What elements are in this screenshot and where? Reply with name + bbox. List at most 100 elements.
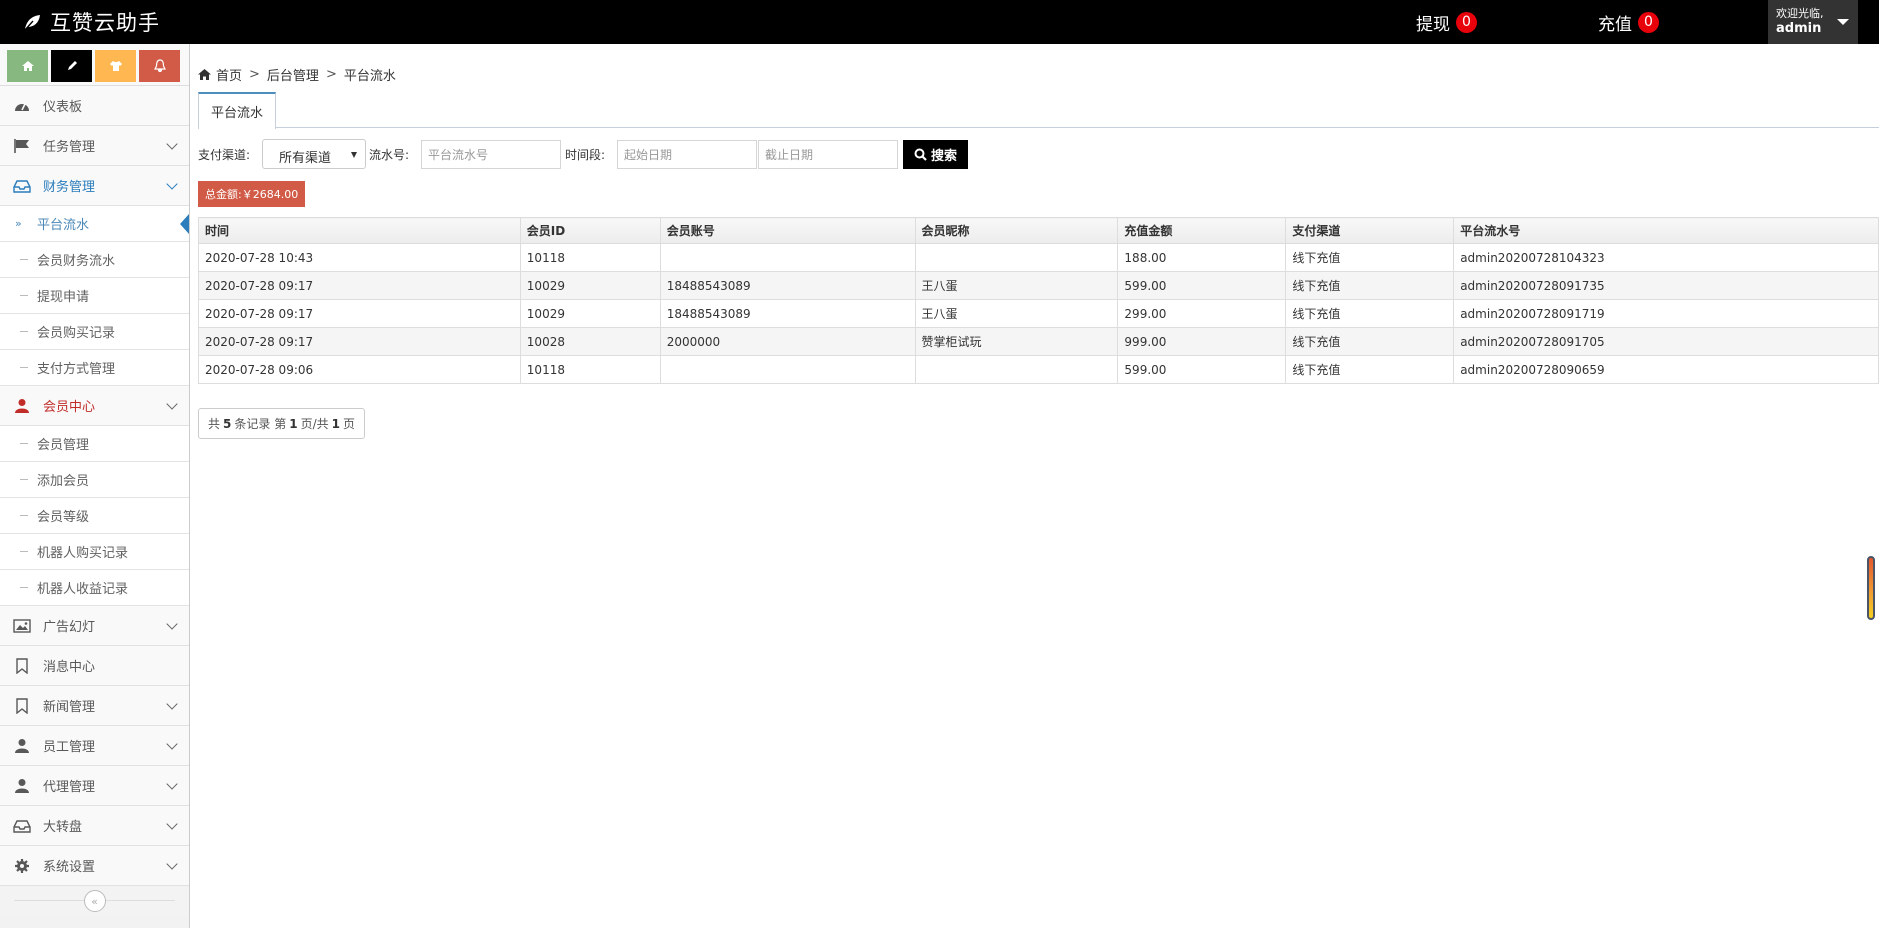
channel-select[interactable]: 所有渠道 (262, 139, 366, 169)
end-date-input[interactable] (758, 140, 898, 169)
sub-member-level[interactable]: 会员等级 (0, 498, 189, 534)
pager-current-page: 1 (289, 416, 298, 431)
column-header[interactable]: 会员ID (519, 217, 661, 244)
sub-member-purchases-label: 会员购买记录 (37, 326, 116, 341)
column-header[interactable]: 充值金额 (1117, 217, 1287, 244)
table-cell (659, 355, 916, 384)
nav-ads[interactable]: 广告幻灯 (0, 606, 189, 646)
table-cell: 10118 (519, 243, 661, 272)
breadcrumb-home[interactable]: 首页 (216, 65, 242, 84)
sub-payment-methods[interactable]: 支付方式管理 (0, 350, 189, 386)
nav-dashboard[interactable]: 仪表板 (0, 86, 189, 126)
filter-form: 支付渠道: 所有渠道 流水号: 时间段: 搜索 (198, 139, 1879, 169)
brand[interactable]: 互赞云助手 (22, 0, 160, 44)
sub-robot-purchases[interactable]: 机器人购买记录 (0, 534, 189, 570)
search-button[interactable]: 搜索 (903, 140, 968, 169)
flow-table: 时间 会员ID 会员账号 会员昵称 充值金额 支付渠道 平台流水号 2020-0… (198, 217, 1879, 384)
nav-finance[interactable]: 财务管理 (0, 166, 189, 206)
nav-staff[interactable]: 员工管理 (0, 726, 189, 766)
sub-member-finance-flow[interactable]: 会员财务流水 (0, 242, 189, 278)
floating-scroll-widget[interactable] (1867, 556, 1875, 620)
sub-robot-earnings[interactable]: 机器人收益记录 (0, 570, 189, 606)
nav-member[interactable]: 会员中心 (0, 386, 189, 426)
table-cell: 线下充值 (1285, 327, 1455, 356)
inbox-icon (13, 178, 31, 194)
quick-home-button[interactable] (7, 50, 48, 82)
caret-down-icon (351, 152, 357, 158)
table-cell: 线下充值 (1285, 299, 1455, 328)
tree-dash (20, 479, 28, 480)
double-chevron-left-icon[interactable]: « (83, 890, 106, 912)
quick-shirt-button[interactable] (95, 50, 136, 82)
inbox-icon (13, 818, 31, 834)
nav-agent-label: 代理管理 (43, 780, 96, 795)
sidebar-collapse-bar: « (0, 886, 189, 916)
sub-member-purchases[interactable]: 会员购买记录 (0, 314, 189, 350)
breadcrumb-current: 平台流水 (343, 69, 396, 84)
table-cell: admin20200728091735 (1453, 271, 1879, 300)
table-row: 2020-07-28 09:17 10029 18488543089 王八蛋 5… (198, 271, 1879, 300)
app-title: 互赞云助手 (50, 11, 160, 35)
sub-add-member[interactable]: 添加会员 (0, 462, 189, 498)
start-date-input[interactable] (617, 140, 757, 169)
table-row: 2020-07-28 09:06 10118 599.00 线下充值 admin… (198, 355, 1879, 384)
table-cell: 2000000 (659, 327, 916, 356)
chevron-down-icon (166, 178, 178, 190)
flag-icon (13, 138, 31, 154)
nav-ads-label: 广告幻灯 (43, 620, 96, 635)
channel-label: 支付渠道: (198, 148, 251, 162)
recharge-link[interactable]: 充值 0 (1598, 0, 1659, 44)
nav-news[interactable]: 新闻管理 (0, 686, 189, 726)
nav-messages[interactable]: 消息中心 (0, 646, 189, 686)
sub-withdraw-requests[interactable]: 提现申请 (0, 278, 189, 314)
table-cell: admin20200728104323 (1453, 243, 1879, 272)
serial-input[interactable] (421, 140, 561, 169)
pager-mid1: 条记录 第 (234, 417, 287, 431)
column-header[interactable]: 会员昵称 (914, 217, 1119, 244)
chevron-down-icon (166, 618, 178, 630)
table-cell: 10028 (519, 327, 661, 356)
table-cell: 线下充值 (1285, 271, 1455, 300)
column-header[interactable]: 会员账号 (659, 217, 916, 244)
pager-suffix: 页 (342, 417, 355, 431)
column-header[interactable]: 支付渠道 (1285, 217, 1455, 244)
quick-bell-button[interactable] (139, 50, 180, 82)
nav-wheel[interactable]: 大转盘 (0, 806, 189, 846)
pager-mid2: 页/共 (300, 417, 329, 431)
user-icon (13, 738, 31, 754)
table-cell: 999.00 (1117, 327, 1287, 356)
breadcrumb-section[interactable]: 后台管理 (267, 65, 319, 84)
withdraw-link[interactable]: 提现 0 (1416, 0, 1477, 44)
table-row: 2020-07-28 10:43 10118 188.00 线下充值 admin… (198, 243, 1879, 272)
serial-label: 流水号: (369, 148, 410, 162)
nav-settings-label: 系统设置 (43, 860, 96, 875)
nav-task-label: 任务管理 (43, 140, 96, 155)
chevron-down-icon (166, 778, 178, 790)
table-cell: 2020-07-28 10:43 (198, 243, 521, 272)
tab-bar: 平台流水 (198, 92, 1879, 129)
nav-settings[interactable]: 系统设置 (0, 846, 189, 886)
tree-dash (20, 587, 28, 588)
nav-news-label: 新闻管理 (43, 700, 96, 715)
table-cell: 18488543089 (659, 271, 916, 300)
sub-member-manage[interactable]: 会员管理 (0, 426, 189, 462)
total-amount-badge: 总金额:￥2684.00 (198, 181, 306, 207)
tree-dash (20, 515, 28, 516)
withdraw-label: 提现 (1416, 14, 1450, 35)
chevron-down-icon (166, 818, 178, 830)
table-cell: admin20200728090659 (1453, 355, 1879, 384)
recharge-count-badge: 0 (1638, 11, 1659, 33)
table-cell: 王八蛋 (914, 271, 1119, 300)
nav-agent[interactable]: 代理管理 (0, 766, 189, 806)
table-header-row: 时间 会员ID 会员账号 会员昵称 充值金额 支付渠道 平台流水号 (198, 217, 1879, 244)
sub-platform-flow[interactable]: » 平台流水 (0, 206, 189, 242)
column-header[interactable]: 平台流水号 (1453, 217, 1879, 244)
user-menu[interactable]: 欢迎光临, admin (1768, 0, 1858, 44)
table-cell: 2020-07-28 09:17 (198, 327, 521, 356)
quick-pencil-button[interactable] (51, 50, 92, 82)
tab-platform-flow[interactable]: 平台流水 (198, 92, 277, 129)
table-row: 2020-07-28 09:17 10028 2000000 赞掌柜试玩 999… (198, 327, 1879, 356)
nav-task[interactable]: 任务管理 (0, 126, 189, 166)
shirt-icon (109, 61, 122, 71)
column-header[interactable]: 时间 (198, 217, 521, 244)
